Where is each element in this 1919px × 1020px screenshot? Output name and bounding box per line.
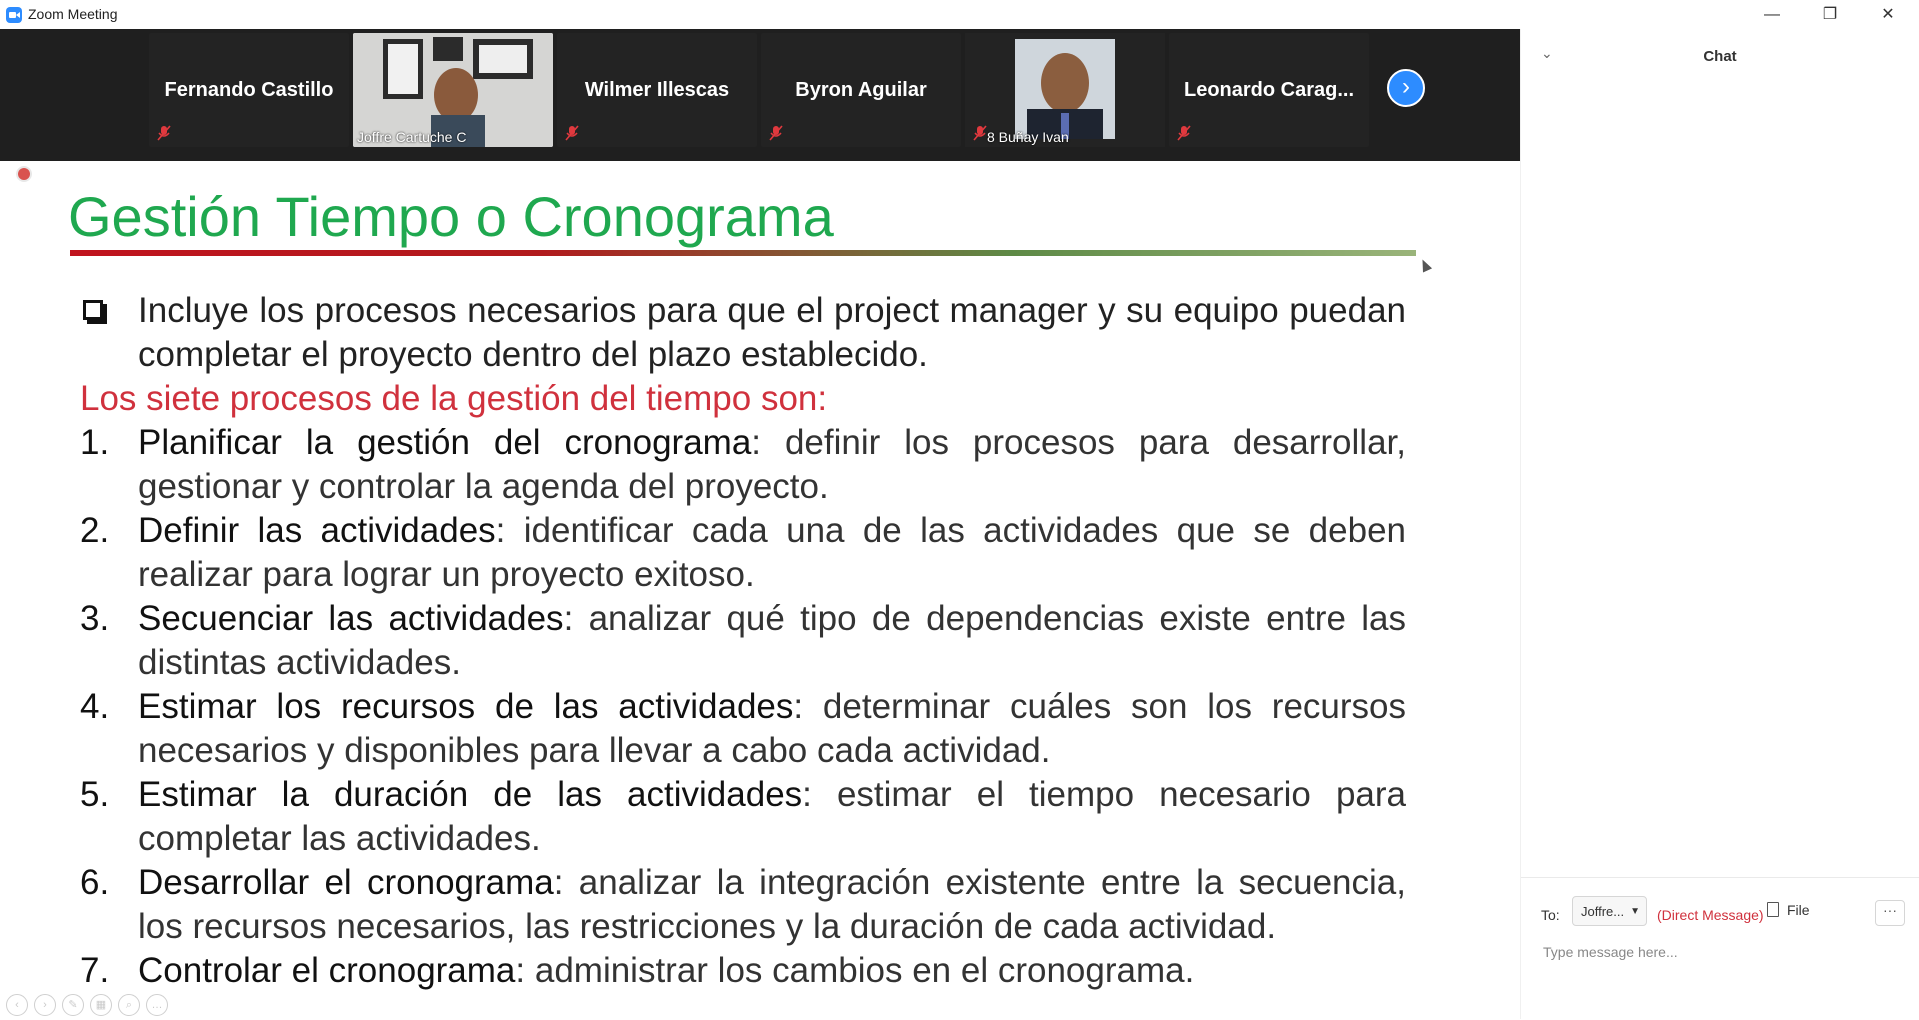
restore-button[interactable]: ❐ (1801, 0, 1859, 29)
process-number: 3. (80, 599, 110, 638)
window-title: Zoom Meeting (28, 6, 118, 22)
participant-tile[interactable]: Leonardo Carag... (1169, 33, 1369, 147)
participant-video-tile[interactable]: 8 Buñay Ivan (965, 33, 1165, 147)
process-number: 5. (80, 775, 110, 814)
next-page-button[interactable]: › (1387, 69, 1425, 107)
participant-name: Wilmer Illescas (584, 78, 730, 101)
participant-tile[interactable]: Fernando Castillo (149, 33, 349, 147)
participant-strip: Fernando Castillo Joffre Cartuche C Wilm… (0, 29, 1520, 161)
intro-text: Incluye los procesos necesarios para que… (138, 291, 1406, 374)
next-slide-icon[interactable]: › (34, 994, 56, 1016)
process-term: Secuenciar las actividades (138, 599, 564, 638)
slide-title: Gestión Tiempo o Cronograma (68, 185, 834, 248)
chat-title: Chat (1703, 48, 1737, 65)
file-button[interactable]: File (1767, 902, 1810, 918)
muted-mic-icon (157, 125, 171, 141)
slide-subtitle: Los siete procesos de la gestión del tie… (80, 379, 828, 418)
participant-tile[interactable]: Byron Aguilar (761, 33, 961, 147)
process-term: Estimar la duración de las actividades (138, 775, 803, 814)
process-term: Controlar el cronograma (138, 951, 516, 990)
muted-mic-icon (769, 125, 783, 141)
recipient-value: Joffre... (1581, 904, 1625, 919)
participant-name: Joffre Cartuche C (357, 129, 467, 145)
process-item: 2. Definir las actividades: identificar c… (80, 509, 1406, 597)
process-term: Definir las actividades (138, 511, 496, 550)
zoom-app-icon (6, 7, 22, 23)
checkbox-bullet-icon (83, 300, 103, 320)
participant-name: 8 Buñay Ivan (987, 129, 1069, 145)
to-label: To: (1541, 907, 1560, 923)
participant-video-tile[interactable]: Joffre Cartuche C (353, 33, 553, 147)
more-icon[interactable]: … (146, 994, 168, 1016)
participant-tile[interactable]: Wilmer Illescas (557, 33, 757, 147)
file-button-label: File (1787, 902, 1810, 918)
direct-message-label: (Direct Message) (1657, 907, 1764, 923)
process-item: 4. Estimar los recursos de las actividade… (80, 685, 1406, 773)
zoom-icon[interactable]: ⌕ (118, 994, 140, 1016)
recording-indicator-icon (18, 168, 30, 180)
participant-name: Fernando Castillo (164, 78, 334, 101)
participant-name: Leonardo Carag... (1183, 78, 1355, 101)
prev-slide-icon[interactable]: ‹ (6, 994, 28, 1016)
slide-content: Incluye los procesos necesarios para que… (80, 289, 1406, 993)
muted-mic-icon (565, 125, 579, 141)
grid-icon[interactable]: ▦ (90, 994, 112, 1016)
process-item: 1. Planificar la gestión del cronograma: … (80, 421, 1406, 509)
more-options-button[interactable]: ··· (1875, 900, 1905, 926)
slide-navigation-toolbar: ‹ › ✎ ▦ ⌕ … (6, 994, 168, 1016)
process-description: : administrar los cambios en el cronogra… (515, 951, 1195, 990)
close-button[interactable]: ✕ (1859, 0, 1917, 29)
process-number: 4. (80, 687, 110, 726)
process-term: Planificar la gestión del cronograma (138, 423, 752, 462)
intro-bullet: Incluye los procesos necesarios para que… (80, 289, 1406, 377)
title-underline (70, 250, 1416, 256)
process-item: 5. Estimar la duración de las actividades… (80, 773, 1406, 861)
window-titlebar: Zoom Meeting — ❐ ✕ (0, 0, 1919, 29)
process-number: 7. (80, 951, 110, 990)
file-icon (1767, 902, 1779, 917)
process-number: 1. (80, 423, 110, 462)
pen-icon[interactable]: ✎ (62, 994, 84, 1016)
process-item: 7. Controlar el cronograma: administrar l… (80, 949, 1406, 993)
process-term: Estimar los recursos de las actividades (138, 687, 794, 726)
process-number: 2. (80, 511, 110, 550)
chevron-down-icon: ▼ (1630, 906, 1640, 917)
recipient-dropdown[interactable]: Joffre... ▼ (1572, 896, 1647, 926)
process-item: 3. Secuenciar las actividades: analizar q… (80, 597, 1406, 685)
chat-panel: ⌄ Chat To: Joffre... ▼ (Direct Message) … (1520, 29, 1919, 1019)
minimize-button[interactable]: — (1743, 0, 1801, 29)
muted-mic-icon (1177, 125, 1191, 141)
chat-compose-area: To: Joffre... ▼ (Direct Message) File ··… (1521, 877, 1919, 1020)
message-input[interactable] (1541, 936, 1895, 968)
muted-mic-icon (973, 125, 987, 141)
participant-name: Byron Aguilar (795, 78, 927, 101)
process-item: 6. Desarrollar el cronograma: analizar la… (80, 861, 1406, 949)
process-number: 6. (80, 863, 110, 902)
process-term: Desarrollar el cronograma (138, 863, 554, 902)
